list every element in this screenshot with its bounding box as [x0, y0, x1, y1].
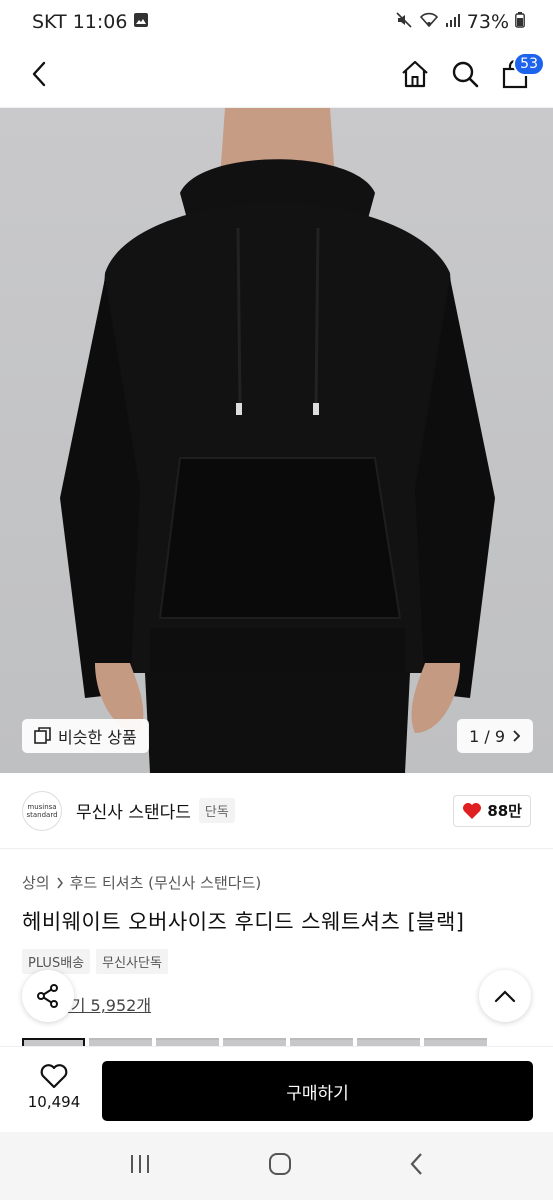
exclusive-tag: 단독	[198, 798, 235, 823]
status-bar: SKT 11:06 73%	[0, 0, 553, 44]
battery-icon	[515, 11, 525, 33]
tag-musinsa-exclusive: 무신사단독	[96, 949, 168, 974]
wishlist-count: 10,494	[27, 1093, 81, 1111]
similar-items-icon	[34, 727, 51, 744]
buy-button[interactable]: 구매하기	[102, 1061, 533, 1121]
mute-icon	[395, 11, 413, 34]
thumbnail[interactable]	[357, 1038, 420, 1046]
thumbnail[interactable]	[290, 1038, 353, 1046]
back-nav-icon	[410, 1153, 422, 1175]
page-counter-text: 1 / 9	[469, 726, 505, 746]
recent-apps-icon	[131, 1155, 150, 1173]
brand-logo[interactable]: musinsa standard	[22, 790, 62, 831]
back-button[interactable]	[24, 58, 54, 90]
chevron-right-icon	[57, 877, 63, 888]
carrier-time: SKT 11:06	[32, 11, 128, 33]
scroll-top-button[interactable]	[479, 970, 531, 1022]
thumbnail-strip	[22, 1038, 487, 1046]
thumbnail[interactable]	[89, 1038, 152, 1046]
heart-filled-icon	[463, 802, 482, 819]
home-circle-icon	[269, 1153, 292, 1175]
thumbnail[interactable]	[223, 1038, 286, 1046]
product-title: 헤비웨이트 오버사이즈 후디드 스웨트셔츠 [블랙]	[22, 910, 465, 934]
home-button[interactable]	[397, 54, 433, 94]
image-page-counter[interactable]: 1 / 9	[457, 719, 533, 753]
home-nav-button[interactable]	[268, 1152, 292, 1180]
similar-products-button[interactable]: 비슷한 상품	[22, 719, 149, 753]
search-icon	[452, 61, 479, 88]
similar-products-label: 비슷한 상품	[58, 728, 137, 747]
product-image[interactable]: 비슷한 상품 1 / 9	[0, 108, 553, 773]
breadcrumb-category[interactable]: 상의	[22, 872, 50, 893]
chevron-left-icon	[32, 61, 46, 87]
breadcrumb-subcategory[interactable]: 후드 티셔츠 (무신사 스탠다드)	[70, 872, 262, 893]
back-nav-button[interactable]	[409, 1152, 425, 1180]
thumbnail[interactable]	[156, 1038, 219, 1046]
brand-name[interactable]: 무신사 스탠다드	[76, 798, 191, 823]
brand-row: musinsa standard 무신사 스탠다드 단독 88만	[0, 773, 553, 849]
battery-percent: 73%	[466, 11, 509, 33]
thumbnail[interactable]	[424, 1038, 487, 1046]
app-header: 53	[0, 44, 553, 108]
wifi-icon	[419, 11, 439, 34]
recent-apps-button[interactable]	[128, 1153, 152, 1179]
tag-plus-delivery: PLUS배송	[22, 949, 91, 974]
brand-like-count: 88만	[487, 802, 522, 820]
cart-button[interactable]: 53	[497, 52, 545, 94]
heart-outline-icon	[40, 1064, 68, 1089]
gallery-notification-icon	[133, 11, 149, 33]
share-icon	[37, 984, 58, 1008]
chevron-up-icon	[494, 990, 516, 1003]
signal-icon	[445, 11, 461, 33]
system-nav-bar	[0, 1132, 553, 1200]
home-icon	[402, 60, 428, 88]
wishlist-button[interactable]: 10,494	[22, 1063, 86, 1111]
purchase-bar: 10,494 구매하기	[0, 1046, 553, 1132]
cart-count-badge: 53	[513, 52, 545, 76]
breadcrumb: 상의 후드 티셔츠 (무신사 스탠다드)	[22, 872, 261, 893]
hoodie-model-photo	[60, 108, 495, 773]
thumbnail[interactable]	[22, 1038, 85, 1046]
share-button[interactable]	[22, 970, 74, 1022]
chevron-right-icon	[513, 730, 521, 742]
brand-like-button[interactable]: 88만	[453, 794, 531, 827]
search-button[interactable]	[447, 54, 483, 94]
